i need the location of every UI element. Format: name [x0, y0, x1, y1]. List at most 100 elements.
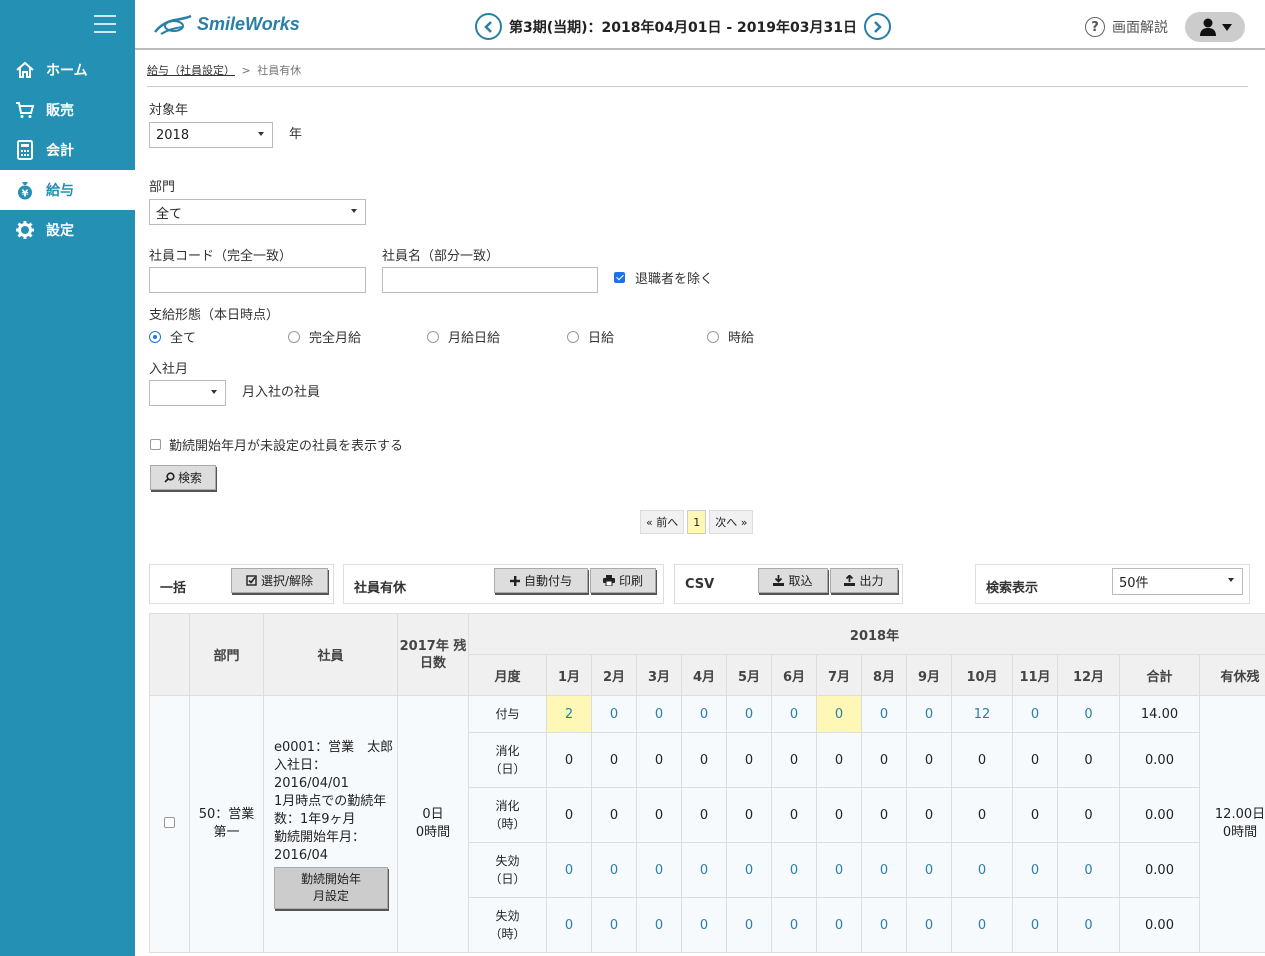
sidebar-item-label: ホーム: [46, 63, 88, 79]
month-value-cell[interactable]: 0: [1012, 842, 1058, 898]
sidebar-item-accounting[interactable]: 会計: [0, 130, 135, 170]
employee-code-input[interactable]: [149, 267, 366, 293]
month-value-cell[interactable]: 12: [951, 695, 1013, 733]
print-button[interactable]: 印刷: [590, 568, 656, 593]
import-icon: [773, 575, 785, 586]
month-value-cell[interactable]: 0: [906, 695, 952, 733]
month-value-cell[interactable]: 0: [591, 842, 637, 898]
month-value-cell[interactable]: 0: [906, 897, 952, 953]
pay-type-radio-monthly-daily[interactable]: [427, 331, 439, 343]
month-value-cell[interactable]: 0: [636, 695, 682, 733]
csv-export-button[interactable]: 出力: [830, 568, 898, 593]
line-total-cell: 0.00: [1119, 732, 1200, 788]
prev-period-button[interactable]: [475, 13, 502, 40]
exclude-retired-checkbox[interactable]: [614, 272, 625, 283]
hire-month-select[interactable]: [149, 380, 226, 406]
month-value-cell[interactable]: 0: [591, 695, 637, 733]
month-value-cell[interactable]: 0: [726, 842, 772, 898]
pager-prev-button[interactable]: « 前へ: [640, 510, 685, 534]
month-value-cell[interactable]: 0: [951, 897, 1013, 953]
month-value-cell[interactable]: 0: [816, 842, 862, 898]
month-header: 1月: [546, 654, 592, 696]
month-value-cell: 0: [681, 787, 727, 843]
csv-import-label: 取込: [788, 574, 813, 588]
logo-text: SmileWorks: [197, 13, 300, 34]
department-select[interactable]: 全て: [149, 199, 366, 225]
sidebar-item-settings[interactable]: 設定: [0, 210, 135, 250]
row-select-checkbox[interactable]: [164, 816, 175, 828]
month-header: 11月: [1012, 654, 1058, 696]
user-icon: [1199, 18, 1216, 36]
csv-import-button[interactable]: 取込: [758, 568, 828, 593]
month-value-cell[interactable]: 0: [951, 842, 1013, 898]
month-value-cell[interactable]: 0: [906, 842, 952, 898]
set-start-date-label: 勤続開始年月設定: [300, 872, 361, 903]
gear-icon: [14, 219, 36, 241]
pay-type-radio-all[interactable]: [149, 331, 161, 343]
month-value-cell[interactable]: 0: [771, 842, 817, 898]
search-button[interactable]: 検索: [150, 465, 216, 490]
sidebar-item-home[interactable]: ホーム: [0, 50, 135, 90]
month-value-cell[interactable]: 0: [681, 897, 727, 953]
year-select[interactable]: 2018: [149, 122, 273, 148]
pay-type-radio-daily[interactable]: [567, 331, 579, 343]
csv-panel: CSV 取込 出力: [674, 564, 903, 604]
chevron-left-icon: [483, 20, 492, 33]
hamburger-menu-icon[interactable]: [94, 15, 116, 33]
next-period-button[interactable]: [863, 13, 891, 40]
month-value-cell[interactable]: 0: [546, 897, 592, 953]
sidebar-item-sales[interactable]: 販売: [0, 90, 135, 130]
line-label-cell: 消化 （日）: [468, 732, 547, 788]
month-value-cell[interactable]: 0: [861, 842, 907, 898]
bulk-panel: 一括 選択/解除: [149, 564, 334, 604]
month-value-cell[interactable]: 0: [546, 842, 592, 898]
home-icon: [14, 59, 36, 81]
pager-current-page[interactable]: 1: [687, 510, 707, 534]
bulk-panel-title: 一括: [160, 581, 187, 596]
sidebar-item-payroll[interactable]: ¥ 給与: [0, 170, 135, 210]
leave-panel: 社員有休 自動付与 印刷: [343, 564, 664, 604]
csv-export-label: 出力: [859, 574, 884, 588]
month-value-cell[interactable]: 0: [591, 897, 637, 953]
help-link[interactable]: ? 画面解説: [1085, 17, 1168, 37]
month-value-cell[interactable]: 0: [771, 695, 817, 733]
month-value-cell[interactable]: 0: [1057, 842, 1120, 898]
month-value-cell: 0: [636, 787, 682, 843]
month-value-cell: 0: [861, 787, 907, 843]
check-square-icon: [246, 575, 257, 586]
user-menu-button[interactable]: [1185, 12, 1245, 42]
month-value-cell[interactable]: 0: [681, 842, 727, 898]
employee-name-input[interactable]: [382, 267, 598, 293]
pay-type-radio-full-monthly[interactable]: [288, 331, 300, 343]
month-value-cell[interactable]: 0: [1012, 897, 1058, 953]
dropdown-caret-icon: [258, 132, 264, 136]
auto-grant-button[interactable]: 自動付与: [494, 568, 588, 593]
month-value-cell[interactable]: 0: [861, 897, 907, 953]
pay-type-radio-hourly[interactable]: [707, 331, 719, 343]
pager-next-button[interactable]: 次へ »: [709, 510, 754, 534]
display-count-select[interactable]: 50件: [1112, 568, 1243, 595]
month-value-cell[interactable]: 0: [726, 695, 772, 733]
line-total-cell: 0.00: [1119, 842, 1200, 898]
set-start-date-button[interactable]: 勤続開始年月設定: [274, 867, 388, 909]
select-toggle-button[interactable]: 選択/解除: [231, 568, 328, 593]
line-label-cell: 消化 （時）: [468, 787, 547, 843]
month-header: 9月: [906, 654, 952, 696]
month-value-cell[interactable]: 0: [681, 695, 727, 733]
month-value-cell[interactable]: 0: [1057, 897, 1120, 953]
month-value-cell[interactable]: 0: [1057, 695, 1120, 733]
show-unset-start-checkbox[interactable]: [150, 439, 161, 450]
month-header: 5月: [726, 654, 772, 696]
month-value-cell[interactable]: 0: [636, 842, 682, 898]
month-value-cell[interactable]: 0: [816, 695, 862, 733]
month-value-cell[interactable]: 0: [1012, 695, 1058, 733]
month-value-cell[interactable]: 0: [726, 897, 772, 953]
logo[interactable]: SmileWorks: [153, 12, 300, 36]
month-value-cell[interactable]: 0: [861, 695, 907, 733]
month-type-header: 月度: [468, 654, 547, 696]
month-value-cell[interactable]: 0: [636, 897, 682, 953]
month-value-cell[interactable]: 0: [771, 897, 817, 953]
month-value-cell[interactable]: 0: [816, 897, 862, 953]
month-value-cell[interactable]: 2: [546, 695, 592, 733]
breadcrumb-parent-link[interactable]: 給与（社員設定）: [147, 64, 235, 77]
